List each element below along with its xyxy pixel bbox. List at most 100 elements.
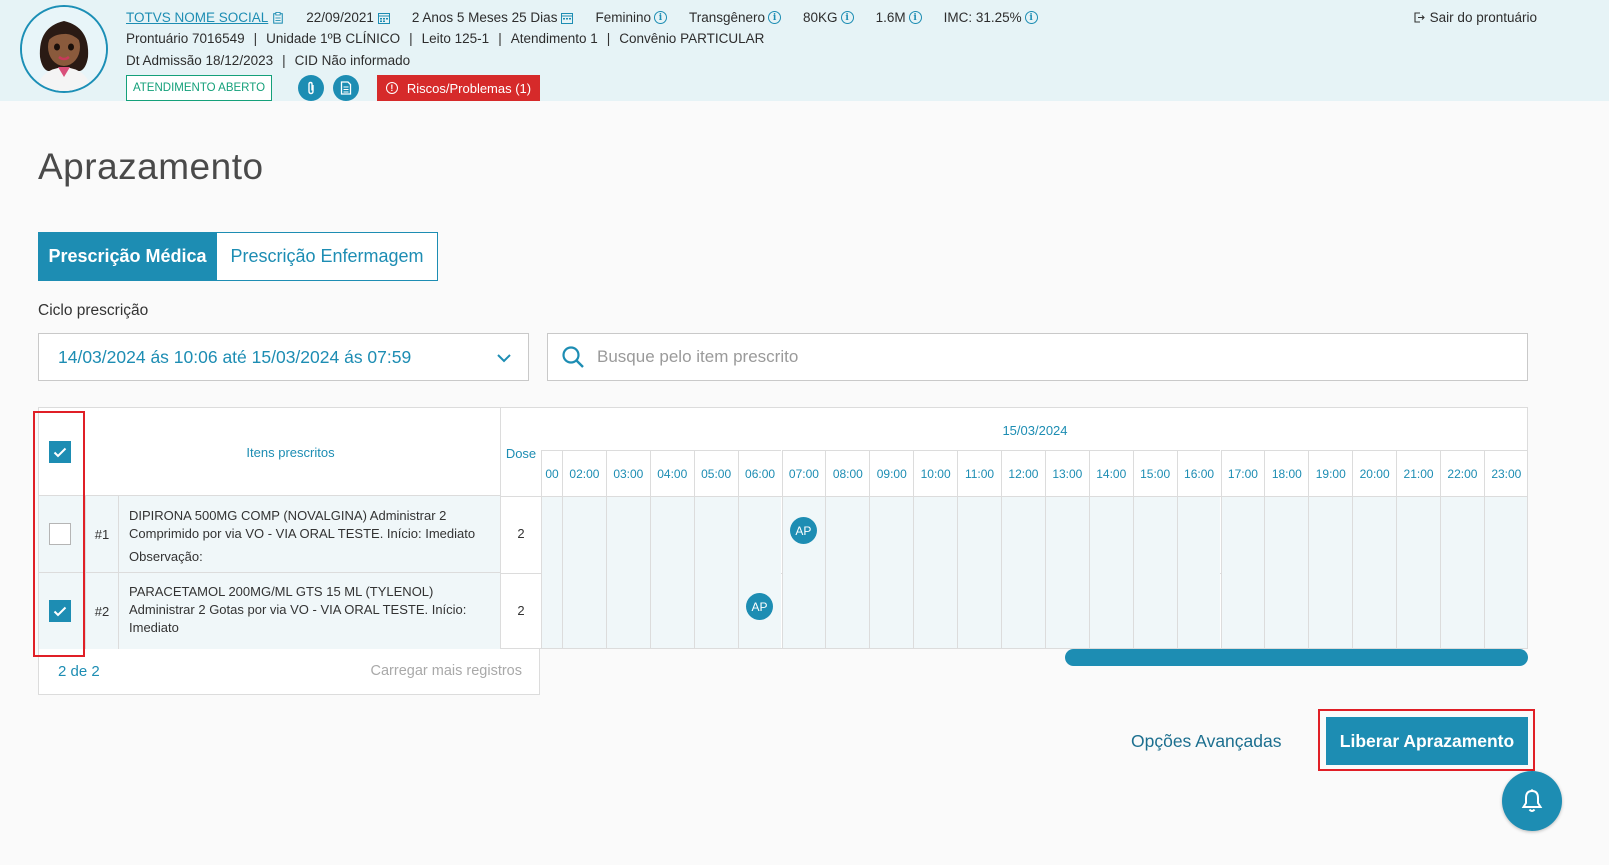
schedule-cell[interactable]	[693, 497, 738, 574]
schedule-cell[interactable]	[649, 574, 694, 648]
schedule-cell[interactable]	[957, 497, 1001, 574]
select-all-checkbox[interactable]	[49, 441, 71, 463]
cycle-value: 14/03/2024 ás 10:06 até 15/03/2024 ás 07…	[58, 346, 412, 367]
schedule-cell[interactable]	[1352, 497, 1397, 574]
documents-button[interactable]	[333, 75, 359, 101]
patient-weight: 80KG	[803, 10, 838, 25]
info-icon[interactable]: i	[768, 11, 782, 24]
tab-prescricao-medica[interactable]: Prescrição Médica	[38, 232, 217, 281]
schedule-cell[interactable]	[957, 574, 1001, 648]
schedule-cell[interactable]	[1220, 574, 1265, 648]
schedule-cell[interactable]	[541, 497, 562, 574]
search-box[interactable]	[547, 333, 1528, 381]
page-title: Aprazamento	[38, 146, 264, 187]
cycle-select[interactable]: 14/03/2024 ás 10:06 até 15/03/2024 ás 07…	[38, 333, 529, 381]
schedule-cell[interactable]	[1088, 574, 1133, 648]
patient-name-link[interactable]: TOTVS NOME SOCIAL	[126, 10, 268, 25]
row-checkbox[interactable]	[49, 523, 71, 545]
notifications-button[interactable]	[1502, 771, 1562, 831]
birth-date: 22/09/2021	[306, 10, 374, 25]
schedule-cell[interactable]	[1044, 574, 1089, 648]
info-icon[interactable]: i	[653, 11, 667, 24]
schedule-cell[interactable]	[1440, 497, 1484, 574]
schedule-cell[interactable]	[1264, 497, 1309, 574]
schedule-cell[interactable]	[1132, 497, 1177, 574]
schedule-cell[interactable]	[1396, 574, 1440, 648]
schedule-cell[interactable]	[913, 574, 958, 648]
risks-problems-button[interactable]: ! Riscos/Problemas (1)	[377, 75, 540, 101]
info-icon[interactable]: i	[1024, 11, 1038, 24]
schedule-cell[interactable]	[913, 497, 958, 574]
search-input[interactable]	[597, 347, 1497, 367]
schedule-cell[interactable]	[1001, 497, 1045, 574]
schedule-cell[interactable]	[1483, 574, 1527, 648]
separator: |	[498, 31, 502, 46]
prontuario: Prontuário 7016549	[126, 31, 245, 46]
schedule-cell[interactable]	[1264, 574, 1309, 648]
schedule-cell[interactable]	[649, 497, 694, 574]
clipboard-icon[interactable]	[272, 11, 284, 24]
schedule-cell[interactable]	[562, 574, 606, 648]
schedule-cell[interactable]	[1001, 574, 1045, 648]
check-icon	[53, 447, 67, 457]
hour-header: 14:00	[1088, 450, 1133, 496]
exit-icon	[1414, 12, 1425, 23]
schedule-cell[interactable]	[869, 497, 914, 574]
schedule-cell[interactable]	[605, 497, 650, 574]
hour-header: 00	[541, 450, 562, 496]
schedule-cell[interactable]	[1352, 574, 1397, 648]
schedule-marker[interactable]: AP	[746, 593, 774, 620]
schedule-cell[interactable]	[1483, 497, 1527, 574]
hour-header: 05:00	[693, 450, 738, 496]
advanced-options-button[interactable]: Opções Avançadas	[1131, 731, 1281, 752]
schedule-cell[interactable]	[1396, 497, 1440, 574]
schedule-cell[interactable]	[1308, 497, 1353, 574]
hour-header: 17:00	[1220, 450, 1265, 496]
schedule-cell[interactable]	[1308, 574, 1353, 648]
schedule-cell[interactable]	[869, 574, 914, 648]
release-scheduling-button[interactable]: Liberar Aprazamento	[1326, 717, 1528, 765]
row-description-block: PARACETAMOL 200MG/ML GTS 15 ML (TYLENOL)…	[129, 583, 494, 637]
schedule-cell[interactable]	[541, 574, 562, 648]
attachments-button[interactable]	[298, 75, 324, 101]
table-row: #2 PARACETAMOL 200MG/ML GTS 15 ML (TYLEN…	[39, 573, 502, 650]
schedule-cell[interactable]	[1044, 497, 1089, 574]
calendar-icon	[561, 12, 574, 24]
cycle-label: Ciclo prescrição	[38, 302, 149, 319]
schedule-cell[interactable]	[693, 574, 738, 648]
hour-header: 15:00	[1132, 450, 1177, 496]
info-icon[interactable]: i	[840, 11, 854, 24]
table-footer: 2 de 2 Carregar mais registros	[38, 649, 540, 695]
schedule-marker[interactable]: AP	[789, 517, 817, 544]
schedule-cell[interactable]	[1176, 497, 1221, 574]
patient-age: 2 Anos 5 Meses 25 Dias	[411, 10, 558, 25]
schedule-cell[interactable]	[1132, 574, 1177, 648]
schedule-cell[interactable]	[737, 497, 782, 574]
row-description-block: DIPIRONA 500MG COMP (NOVALGINA) Administ…	[129, 507, 494, 566]
record-count: 2 de 2	[58, 663, 100, 680]
schedule-cell[interactable]	[825, 497, 870, 574]
schedule-cell[interactable]	[562, 497, 606, 574]
risks-label: Riscos/Problemas (1)	[406, 80, 532, 96]
calendar-icon	[377, 12, 390, 24]
patient-height: 1.6M	[875, 10, 906, 25]
patient-info-row-1: TOTVS NOME SOCIAL 22/09/2021 2 Anos 5 Me…	[126, 10, 1060, 25]
schedule-cell[interactable]	[1176, 574, 1221, 648]
horizontal-scrollbar[interactable]	[1065, 649, 1528, 666]
schedule-cell[interactable]	[605, 574, 650, 648]
row-checkbox[interactable]	[49, 600, 71, 622]
hour-header: 23:00	[1483, 450, 1527, 496]
hour-header: 02:00	[562, 450, 606, 496]
schedule-cell[interactable]	[825, 574, 870, 648]
load-more-button[interactable]: Carregar mais registros	[371, 663, 523, 679]
tab-prescricao-enfermagem[interactable]: Prescrição Enfermagem	[216, 232, 438, 281]
separator: |	[253, 31, 258, 46]
schedule-cell[interactable]	[1440, 574, 1484, 648]
schedule-cell[interactable]	[781, 574, 826, 648]
hour-header: 19:00	[1308, 450, 1353, 496]
schedule-cell[interactable]	[1088, 497, 1133, 574]
row-number: #2	[85, 573, 119, 649]
info-icon[interactable]: i	[908, 11, 922, 24]
schedule-cell[interactable]	[1220, 497, 1265, 574]
exit-record-link[interactable]: Sair do prontuário	[1414, 10, 1537, 25]
